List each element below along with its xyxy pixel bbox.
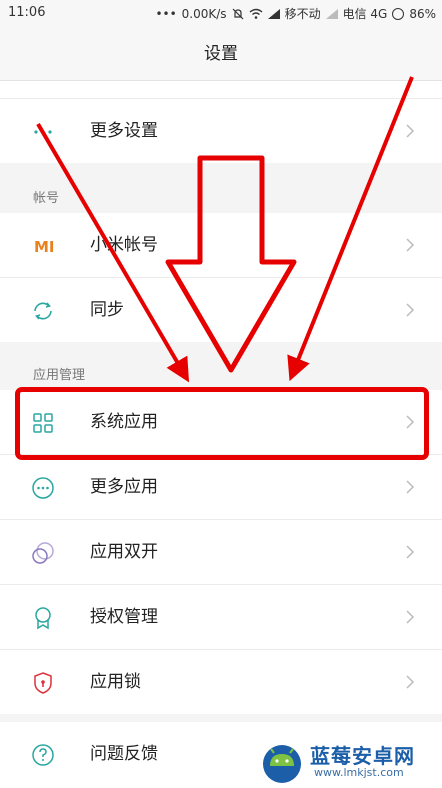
arrow-right [287, 76, 414, 382]
watermark: 蓝莓安卓网 www.lmkjst.com [258, 738, 438, 784]
annotation-arrows [36, 76, 414, 383]
watermark-url: www.lmkjst.com [314, 766, 404, 779]
arrow-down-outline [165, 155, 297, 373]
arrow-left [36, 122, 190, 383]
watermark-title: 蓝莓安卓网 [310, 744, 415, 768]
android-logo-icon [263, 745, 301, 783]
